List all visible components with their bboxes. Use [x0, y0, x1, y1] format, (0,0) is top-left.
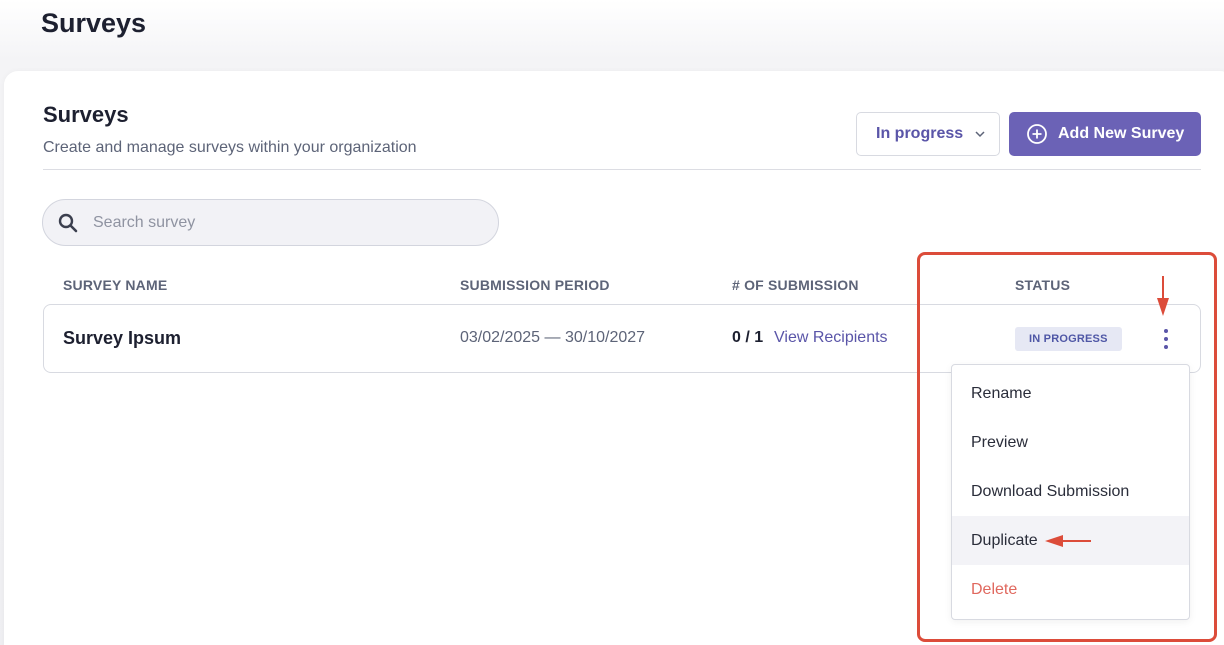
search-box[interactable]: [42, 199, 499, 246]
status-filter-value: In progress: [876, 125, 964, 142]
card-subtitle: Create and manage surveys within your or…: [43, 139, 417, 156]
search-icon: [58, 213, 78, 232]
more-actions-icon[interactable]: [1158, 327, 1174, 351]
search-input[interactable]: [93, 213, 473, 232]
page-title: Surveys: [41, 8, 147, 38]
submission-period: 03/02/2025 — 30/10/2027: [460, 329, 646, 346]
menu-item-delete[interactable]: Delete: [952, 565, 1189, 614]
card-title: Surveys: [43, 102, 129, 127]
annotation-arrow-down-icon: [1157, 276, 1169, 316]
plus-circle-icon: [1027, 124, 1047, 144]
menu-item-download-submission[interactable]: Download Submission: [952, 467, 1189, 516]
survey-name[interactable]: Survey Ipsum: [63, 328, 181, 349]
chevron-down-icon: [975, 131, 985, 138]
column-header-submissions: # OF SUBMISSION: [732, 277, 859, 293]
add-new-survey-label: Add New Survey: [1058, 125, 1185, 142]
header-divider: [43, 169, 1201, 170]
menu-item-preview[interactable]: Preview: [952, 418, 1189, 467]
column-header-survey-name: SURVEY NAME: [63, 277, 168, 293]
annotation-arrow-left-icon: [1045, 535, 1091, 547]
column-header-submission-period: SUBMISSION PERIOD: [460, 277, 610, 293]
column-header-status: STATUS: [1015, 277, 1071, 293]
view-recipients-link[interactable]: View Recipients: [774, 329, 888, 347]
menu-item-rename[interactable]: Rename: [952, 369, 1189, 418]
row-actions-menu: Rename Preview Download Submission Dupli…: [951, 364, 1190, 620]
status-filter-dropdown[interactable]: In progress: [856, 112, 1000, 156]
add-new-survey-button[interactable]: Add New Survey: [1009, 112, 1201, 156]
status-badge: IN PROGRESS: [1015, 327, 1122, 351]
submission-count: 0 / 1: [732, 329, 764, 346]
